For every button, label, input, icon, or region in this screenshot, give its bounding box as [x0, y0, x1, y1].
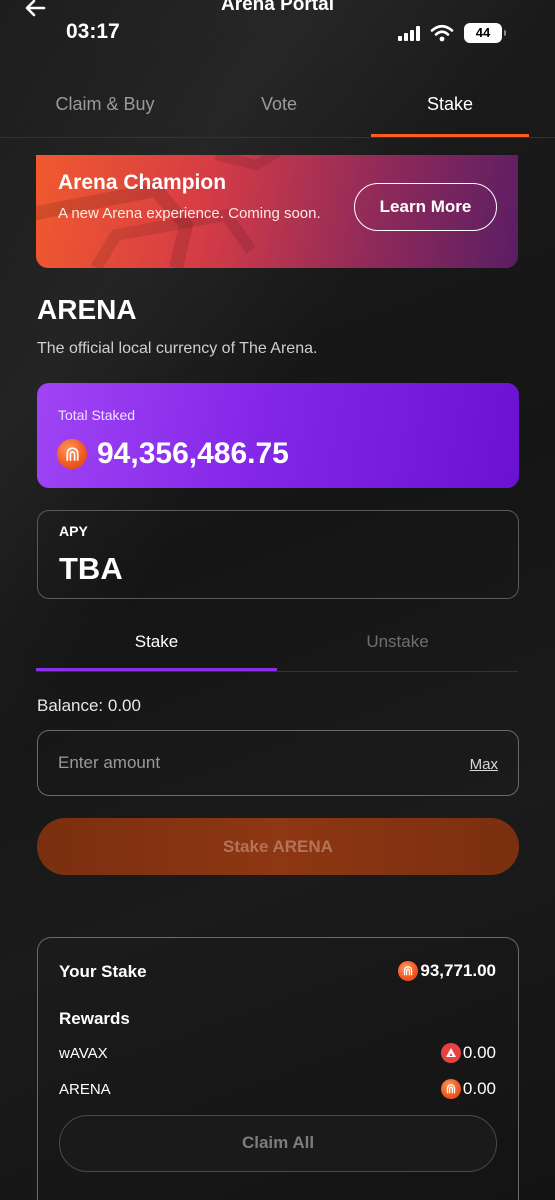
- your-stake-label: Your Stake: [59, 962, 147, 981]
- your-stake-card: Your Stake 93,771.00 Rewards wAVAX 0.00 …: [37, 937, 519, 1200]
- active-tab-indicator: [371, 134, 529, 137]
- arena-coin-icon: [398, 961, 419, 981]
- tab-unstake-action[interactable]: Unstake: [277, 632, 518, 652]
- total-staked-card: Total Staked 94,356,486.75: [37, 383, 519, 488]
- tab-vote[interactable]: Vote: [196, 94, 362, 115]
- banner-subtitle: A new Arena experience. Coming soon.: [58, 205, 321, 222]
- apy-card: APY TBA: [37, 510, 519, 599]
- status-icons: 44: [398, 22, 506, 44]
- avax-icon: [440, 1043, 461, 1063]
- apy-value: TBA: [59, 551, 123, 586]
- arena-champion-banner: Arena Champion A new Arena experience. C…: [36, 155, 518, 268]
- stake-unstake-tabs: Stake Unstake: [36, 620, 518, 672]
- reward-value-row-arena: 0.00: [440, 1079, 496, 1099]
- tab-stake-action[interactable]: Stake: [36, 632, 277, 652]
- main-tabs: Claim & Buy Vote Stake: [0, 82, 555, 138]
- status-time: 03:17: [66, 20, 120, 43]
- signal-icon: [398, 25, 420, 41]
- balance-text: Balance: 0.00: [37, 696, 141, 715]
- arena-coin-icon: [57, 439, 87, 469]
- amount-field: Max: [37, 730, 519, 796]
- reward-token-wavax: wAVAX: [59, 1045, 108, 1062]
- token-name: ARENA: [37, 294, 137, 325]
- your-stake-value-row: 93,771.00: [398, 961, 496, 981]
- total-staked-label: Total Staked: [58, 407, 136, 423]
- learn-more-button[interactable]: Learn More: [354, 183, 497, 231]
- status-and-nav-bar: Arena Portal 03:17 44: [0, 0, 555, 50]
- reward-value-row-wavax: 0.00: [440, 1043, 496, 1063]
- arena-coin-icon: [440, 1079, 461, 1099]
- stake-arena-button[interactable]: Stake ARENA: [37, 818, 519, 875]
- apy-label: APY: [59, 523, 88, 539]
- page-title: Arena Portal: [221, 0, 334, 15]
- tab-claim-buy[interactable]: Claim & Buy: [22, 94, 188, 115]
- amount-input[interactable]: [58, 746, 438, 780]
- active-subtab-indicator: [36, 668, 277, 671]
- max-button[interactable]: Max: [470, 756, 498, 773]
- staking-screen: Arena Portal 03:17 44 Claim & Buy Vote S…: [0, 0, 555, 1200]
- banner-title: Arena Champion: [58, 171, 227, 194]
- tab-stake[interactable]: Stake: [371, 94, 529, 115]
- rewards-label: Rewards: [59, 1009, 130, 1028]
- wifi-icon: [430, 24, 454, 42]
- reward-value-arena: 0.00: [462, 1079, 496, 1098]
- token-description: The official local currency of The Arena…: [37, 340, 318, 357]
- claim-all-button[interactable]: Claim All: [59, 1115, 497, 1172]
- total-staked-value: 94,356,486.75: [97, 437, 289, 470]
- your-stake-value: 93,771.00: [420, 961, 496, 980]
- battery-icon: 44: [464, 23, 506, 43]
- reward-token-arena: ARENA: [59, 1081, 111, 1098]
- reward-value-wavax: 0.00: [462, 1043, 496, 1062]
